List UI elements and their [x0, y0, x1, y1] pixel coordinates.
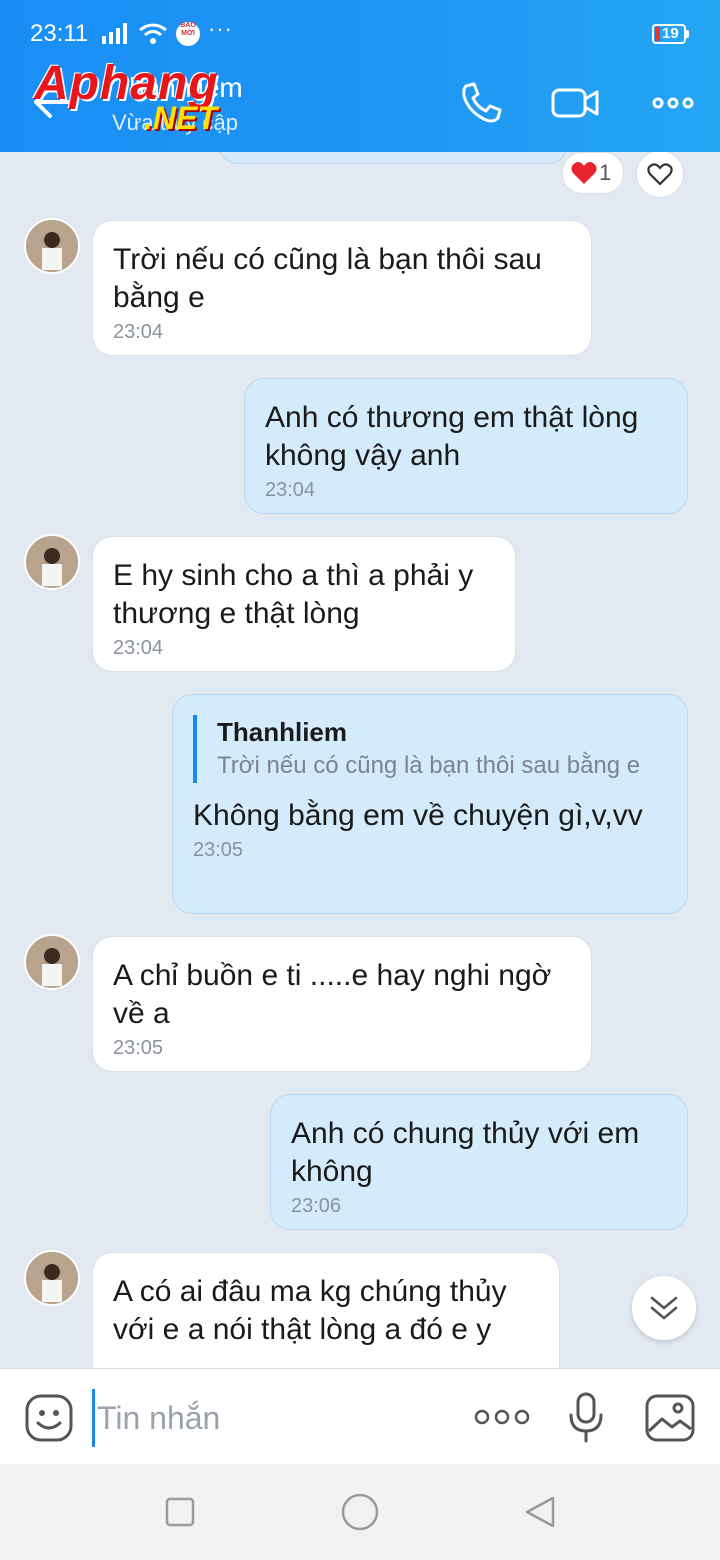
- home-circle-icon[interactable]: [340, 1492, 380, 1532]
- contact-avatar[interactable]: [24, 534, 80, 590]
- status-time: 23:11: [30, 20, 89, 47]
- message-time: 23:04: [113, 321, 164, 343]
- battery-icon: 19: [652, 24, 686, 44]
- message-bubble-outgoing-reply[interactable]: Thanhliem Trời nếu có cũng là bạn thôi s…: [172, 694, 688, 914]
- back-triangle-icon[interactable]: [522, 1494, 558, 1530]
- signal-icon: [102, 23, 127, 44]
- message-text: Anh có thương em thật lòng không vậy anh: [265, 401, 639, 472]
- microphone-icon[interactable]: [566, 1391, 606, 1443]
- recents-square-icon[interactable]: [164, 1496, 196, 1528]
- video-call-icon[interactable]: [550, 78, 600, 128]
- system-nav-bar: [0, 1464, 720, 1560]
- phone-call-icon[interactable]: [456, 78, 506, 128]
- message-text: A có ai đâu ma kg chúng thủy với e a nói…: [113, 1275, 507, 1346]
- message-time: 23:05: [113, 1037, 164, 1059]
- status-bar: 23:11 BÁO MỚI ··· 19: [0, 0, 720, 64]
- message-time: 23:05: [193, 839, 244, 861]
- reaction-badge[interactable]: 1: [562, 152, 624, 194]
- message-time: 23:04: [113, 637, 164, 659]
- more-actions-icon[interactable]: [474, 1401, 530, 1433]
- message-bubble-incoming[interactable]: A chỉ buồn e ti .....e hay nghi ngờ về a…: [92, 936, 592, 1072]
- message-bubble-outgoing[interactable]: Anh có chung thủy với em không 23:06: [270, 1094, 688, 1230]
- message-bubble-outgoing[interactable]: Anh có thương em thật lòng không vậy anh…: [244, 378, 688, 514]
- chat-header: 23:11 BÁO MỚI ··· 19 Thanhliem Vừa truy …: [0, 0, 720, 152]
- message-input[interactable]: [92, 1389, 459, 1447]
- message-time: 23:04: [265, 479, 316, 501]
- quoted-message[interactable]: Thanhliem Trời nếu có cũng là bạn thôi s…: [193, 715, 667, 783]
- quoted-author: Thanhliem: [217, 717, 348, 747]
- message-list[interactable]: 1 Trời nếu có cũng là bạn thôi sau bằng …: [0, 152, 720, 1368]
- message-text: Trời nếu có cũng là bạn thôi sau bằng e: [113, 243, 542, 314]
- image-gallery-icon[interactable]: [644, 1393, 696, 1443]
- wifi-icon: [139, 23, 167, 44]
- message-text: A chỉ buồn e ti .....e hay nghi ngờ về a: [113, 959, 552, 1030]
- message-text: Anh có chung thủy với em không: [291, 1117, 640, 1188]
- heart-outline-icon: [647, 163, 673, 186]
- contact-avatar[interactable]: [24, 218, 80, 274]
- status-more-indicator: ···: [208, 16, 233, 41]
- contact-avatar[interactable]: [24, 934, 80, 990]
- message-composer: [0, 1368, 720, 1465]
- double-chevron-down-icon: [650, 1296, 678, 1320]
- previous-message-bubble[interactable]: [218, 152, 568, 164]
- message-bubble-incoming[interactable]: E hy sinh cho a thì a phải y thương e th…: [92, 536, 516, 672]
- react-heart-button[interactable]: [636, 152, 684, 198]
- contact-avatar[interactable]: [24, 1250, 80, 1306]
- watermark-logo: Aphang .NET: [34, 56, 254, 140]
- message-bubble-incoming[interactable]: A có ai đâu ma kg chúng thủy với e a nói…: [92, 1252, 560, 1368]
- scroll-to-bottom-button[interactable]: [632, 1276, 696, 1340]
- quoted-text: Trời nếu có cũng là bạn thôi sau bằng e: [217, 752, 641, 779]
- message-text: Không bằng em về chuyện gì,v,vv: [193, 799, 643, 832]
- more-options-icon[interactable]: [648, 78, 698, 128]
- battery-level: 19: [662, 25, 679, 42]
- baomoi-app-icon: BÁO MỚI: [176, 22, 200, 46]
- sticker-emoji-icon[interactable]: [24, 1393, 74, 1443]
- battery-tip: [686, 30, 689, 38]
- message-text: E hy sinh cho a thì a phải y thương e th…: [113, 559, 474, 630]
- message-bubble-incoming[interactable]: Trời nếu có cũng là bạn thôi sau bằng e …: [92, 220, 592, 356]
- heart-reaction-icon: [571, 162, 597, 184]
- reaction-count: 1: [599, 160, 612, 185]
- message-time: 23:06: [291, 1195, 342, 1217]
- watermark-sub: .NET: [144, 100, 217, 136]
